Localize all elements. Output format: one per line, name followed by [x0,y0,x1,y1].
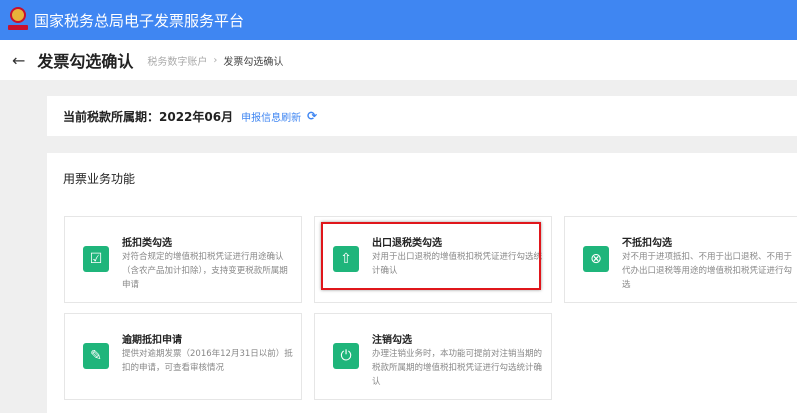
card-deduct-check[interactable]: ☑ 抵扣类勾选 对符合规定的增值税扣税凭证进行用途确认（含农产品加计扣除），支持… [64,216,302,303]
app-title: 国家税务总局电子发票服务平台 [34,11,245,30]
page-title: 发票勾选确认 [37,52,134,71]
refresh-icon[interactable]: ⟳ [307,109,317,123]
card-title: 抵扣类勾选 [122,238,172,249]
card-desc: 办理注销业务时，本功能可提前对注销当期的税款所属期的增值税扣税凭证进行勾选统计确… [372,349,543,387]
tax-period-bar: 当前税款所属期：2022年06月 申报信息刷新 ⟳ [47,96,797,136]
card-desc: 对符合规定的增值税扣税凭证进行用途确认（含农产品加计扣除），支持变更税款所属期申… [122,252,288,290]
breadcrumb-item: 发票勾选确认 [223,56,284,68]
card-title: 逾期抵扣申请 [122,335,182,346]
card-no-deduct-check[interactable]: ⊗ 不抵扣勾选 对不用于进项抵扣、不用于出口退税、不用于代办出口退税等用途的增值… [564,216,797,303]
highlight-box [321,222,541,290]
top-bar: 国家税务总局电子发票服务平台 [0,0,797,40]
card-title: 不抵扣勾选 [622,238,672,249]
card-overdue-apply[interactable]: ✎ 逾期抵扣申请 提供对逾期发票（2016年12月31日以前）抵扣的申请，可查看… [64,313,302,400]
no-deduct-icon: ⊗ [583,246,609,272]
tax-emblem-logo [8,7,28,33]
breadcrumb-item[interactable]: 税务数字账户 [147,53,207,68]
card-title: 注销勾选 [372,335,412,346]
section-title: 用票业务功能 [63,172,136,186]
back-arrow-icon[interactable]: ← [12,51,25,70]
deduct-check-icon: ☑ [83,246,109,272]
card-desc: 提供对逾期发票（2016年12月31日以前）抵扣的申请，可查看审核情况 [122,349,293,373]
chevron-right-icon: › [213,54,218,66]
card-desc: 对不用于进项抵扣、不用于出口退税、不用于代办出口退税等用途的增值税扣税凭证进行勾… [622,252,793,290]
tax-period-label: 当前税款所属期：2022年06月 [63,109,234,124]
overdue-apply-icon: ✎ [83,343,109,369]
card-cancel-check[interactable]: ⏻ 注销勾选 办理注销业务时，本功能可提前对注销当期的税款所属期的增值税扣税凭证… [314,313,552,400]
cancel-check-icon: ⏻ [333,343,359,369]
title-bar: ← 发票勾选确认 税务数字账户 › 发票勾选确认 [0,40,797,80]
refresh-link[interactable]: 申报信息刷新 [241,109,301,124]
